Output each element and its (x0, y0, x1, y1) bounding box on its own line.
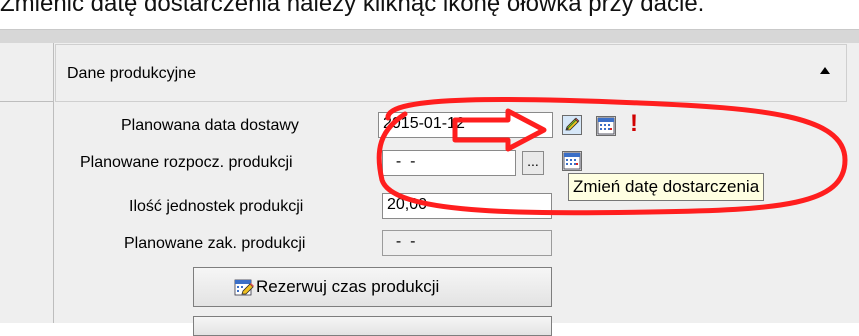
edit-delivery-date-button[interactable] (562, 115, 582, 135)
reserve-production-time-button[interactable]: Rezerwuj czas produkcji (193, 267, 552, 307)
start-calendar-button[interactable] (562, 151, 582, 171)
header-band (0, 29, 859, 44)
reserve-production-time-label: Rezerwuj czas produkcji (256, 277, 440, 296)
tooltip: Zmień datę dostarczenia (568, 173, 765, 201)
section-title: Dane produkcyjne (67, 65, 196, 82)
section-header[interactable]: Dane produkcyjne (55, 44, 847, 102)
collapse-arrow-icon[interactable] (820, 67, 830, 74)
delivery-calendar-button[interactable] (596, 116, 616, 136)
planned-delivery-label: Planowana data dostawy (121, 117, 299, 134)
instruction-caption: Zmienić datę dostarczenia należy kliknąć… (0, 0, 705, 17)
left-column (0, 43, 54, 323)
units-field[interactable]: 20,00 (382, 193, 552, 219)
planned-delivery-field[interactable]: 2015-01-12 (378, 112, 553, 138)
pencil-icon (563, 116, 581, 134)
calendar-icon (597, 117, 615, 135)
reserve-time-icon (234, 279, 254, 296)
planned-start-label: Planowane rozpocz. produkcji (80, 154, 293, 171)
planned-start-field[interactable]: - - (382, 150, 516, 176)
calendar-icon (563, 152, 581, 170)
planned-start-ellipsis-button[interactable]: ... (522, 151, 544, 175)
planned-end-label: Planowane zak. produkcji (124, 235, 306, 252)
secondary-button[interactable] (193, 316, 552, 336)
units-label: Ilość jednostek produkcji (129, 198, 304, 215)
warning-icon: ! (630, 110, 638, 137)
planned-end-field: - - (382, 230, 552, 256)
left-column-divider (0, 101, 53, 102)
